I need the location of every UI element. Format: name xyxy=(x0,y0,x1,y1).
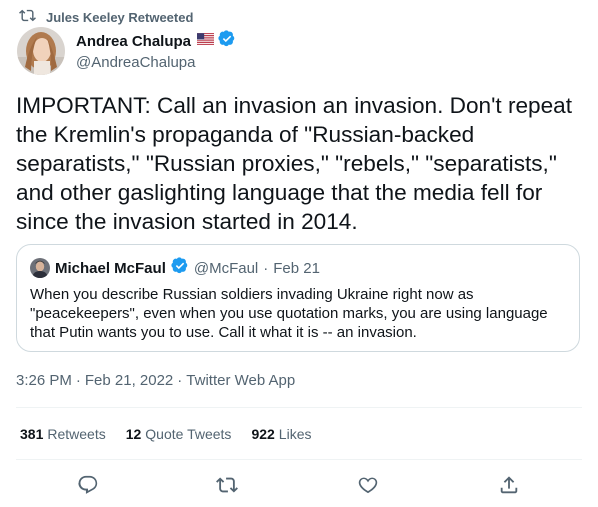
tweet-text: IMPORTANT: Call an invasion an invasion.… xyxy=(16,93,573,234)
divider xyxy=(16,459,582,460)
tweet-meta: 3:26 PM · Feb 21, 2022 · Twitter Web App xyxy=(16,372,295,389)
retweet-context-label: Jules Keeley Retweeted xyxy=(46,9,194,25)
share-button[interactable] xyxy=(492,470,526,504)
author-handle[interactable]: @AndreaChalupa xyxy=(76,54,236,71)
reply-button[interactable] xyxy=(71,470,105,504)
quote-tweets-count: 12 xyxy=(125,426,142,442)
quote-avatar xyxy=(30,258,50,278)
likes-stat[interactable]: 922 Likes xyxy=(251,426,311,442)
like-button[interactable] xyxy=(351,470,385,504)
retweet-context[interactable]: Jules Keeley Retweeted xyxy=(19,8,193,26)
retweet-button[interactable] xyxy=(210,470,244,504)
quote-display-name: Michael McFaul xyxy=(55,259,166,277)
quote-text: When you describe Russian soldiers invad… xyxy=(30,286,548,342)
quote-date: Feb 21 xyxy=(273,259,320,277)
quoted-tweet[interactable]: Michael McFaul @McFaul · Feb 21 When you… xyxy=(16,244,580,352)
quote-tweets-label: Quote Tweets xyxy=(145,426,232,442)
retweet-icon xyxy=(216,474,238,501)
likes-count: 922 xyxy=(251,426,275,442)
tweet-date[interactable]: Feb 21, 2022 xyxy=(85,372,173,389)
retweets-stat[interactable]: 381 Retweets xyxy=(20,426,106,442)
tweet-actions xyxy=(16,464,582,504)
divider xyxy=(16,407,582,408)
likes-label: Likes xyxy=(278,426,312,442)
quote-separator: · xyxy=(263,259,269,277)
quote-handle: @McFaul xyxy=(193,259,259,277)
like-icon xyxy=(357,474,379,501)
us-flag-icon xyxy=(195,32,215,50)
retweet-context-icon xyxy=(19,7,36,27)
tweet-author[interactable]: Andrea Chalupa @AndreaChalupa xyxy=(76,29,236,71)
share-icon xyxy=(498,474,520,501)
meta-separator: · xyxy=(75,372,81,389)
reply-icon xyxy=(77,474,99,501)
quote-tweets-stat[interactable]: 12 Quote Tweets xyxy=(126,426,232,442)
tweet-stats: 381 Retweets 12 Quote Tweets 922 Likes xyxy=(20,426,311,442)
author-avatar[interactable] xyxy=(17,27,65,75)
retweets-label: Retweets xyxy=(47,426,106,442)
author-display-name[interactable]: Andrea Chalupa xyxy=(76,33,191,50)
retweets-count: 381 xyxy=(20,426,44,442)
quote-verified-badge-icon xyxy=(171,256,189,280)
meta-separator-2: · xyxy=(177,372,183,389)
verified-badge-icon xyxy=(218,29,236,53)
tweet-time[interactable]: 3:26 PM xyxy=(16,372,72,389)
tweet-source-app[interactable]: Twitter Web App xyxy=(186,372,295,389)
